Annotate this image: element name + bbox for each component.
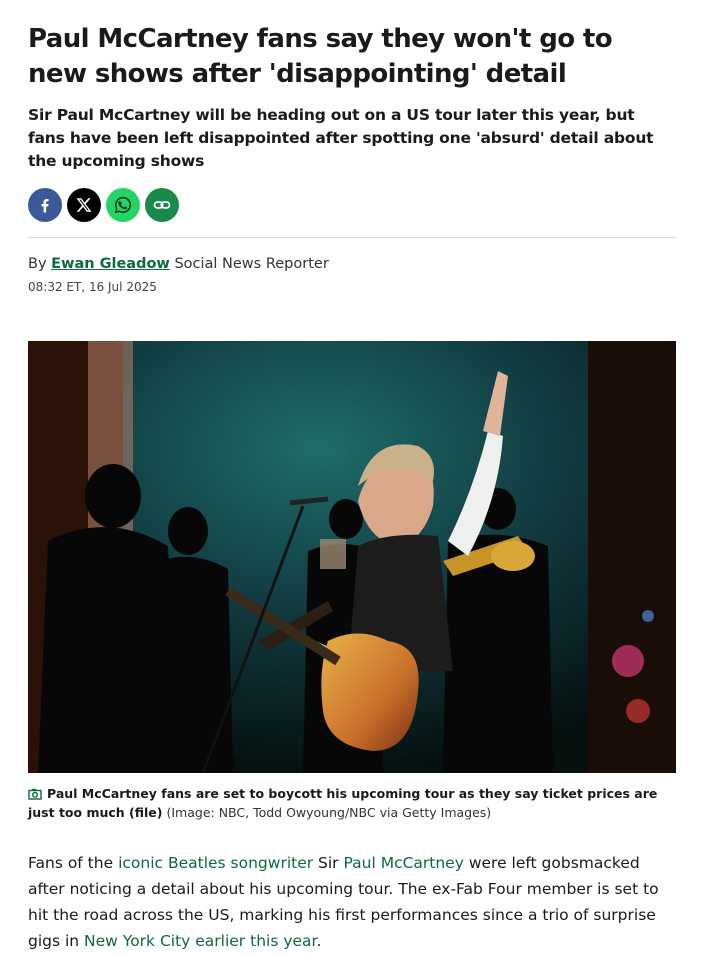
article-headline: Paul McCartney fans say they won't go to… xyxy=(28,24,613,89)
divider xyxy=(28,237,676,238)
article-paragraph: Fans of the iconic Beatles songwriter Si… xyxy=(28,850,676,954)
paragraph-text: Sir xyxy=(313,854,344,872)
article-standfirst: Sir Paul McCartney will be heading out o… xyxy=(28,106,654,170)
photo-caption: Paul McCartney fans are set to boycott h… xyxy=(28,784,676,822)
author-link[interactable]: Ewan Gleadow xyxy=(51,256,170,272)
x-icon xyxy=(76,198,92,212)
share-bar xyxy=(28,188,676,222)
new-york-link[interactable]: New York City earlier this year xyxy=(84,932,316,950)
paragraph-text: . xyxy=(316,932,322,950)
byline-prefix: By xyxy=(28,256,47,272)
x-share-button[interactable] xyxy=(67,188,101,222)
article-photo xyxy=(28,341,676,773)
whatsapp-icon xyxy=(114,196,132,214)
copy-link-button[interactable] xyxy=(145,188,179,222)
facebook-share-button[interactable] xyxy=(28,188,62,222)
byline: By Ewan Gleadow Social News Reporter xyxy=(28,256,676,272)
article: Paul McCartney fans say they won't go to… xyxy=(0,0,704,954)
image-credit: (Image: NBC, Todd Owyoung/NBC via Getty … xyxy=(166,805,492,820)
whatsapp-share-button[interactable] xyxy=(106,188,140,222)
link-icon xyxy=(153,201,171,209)
publish-timestamp: 08:32 ET, 16 Jul 2025 xyxy=(28,280,157,294)
beatles-link[interactable]: iconic Beatles songwriter xyxy=(118,854,313,872)
paul-mccartney-link[interactable]: Paul McCartney xyxy=(343,854,463,872)
concert-photo-illustration xyxy=(28,341,676,773)
camera-icon xyxy=(28,788,42,800)
facebook-icon xyxy=(41,199,49,213)
paragraph-text: Fans of the xyxy=(28,854,119,872)
author-role: Social News Reporter xyxy=(174,256,329,272)
